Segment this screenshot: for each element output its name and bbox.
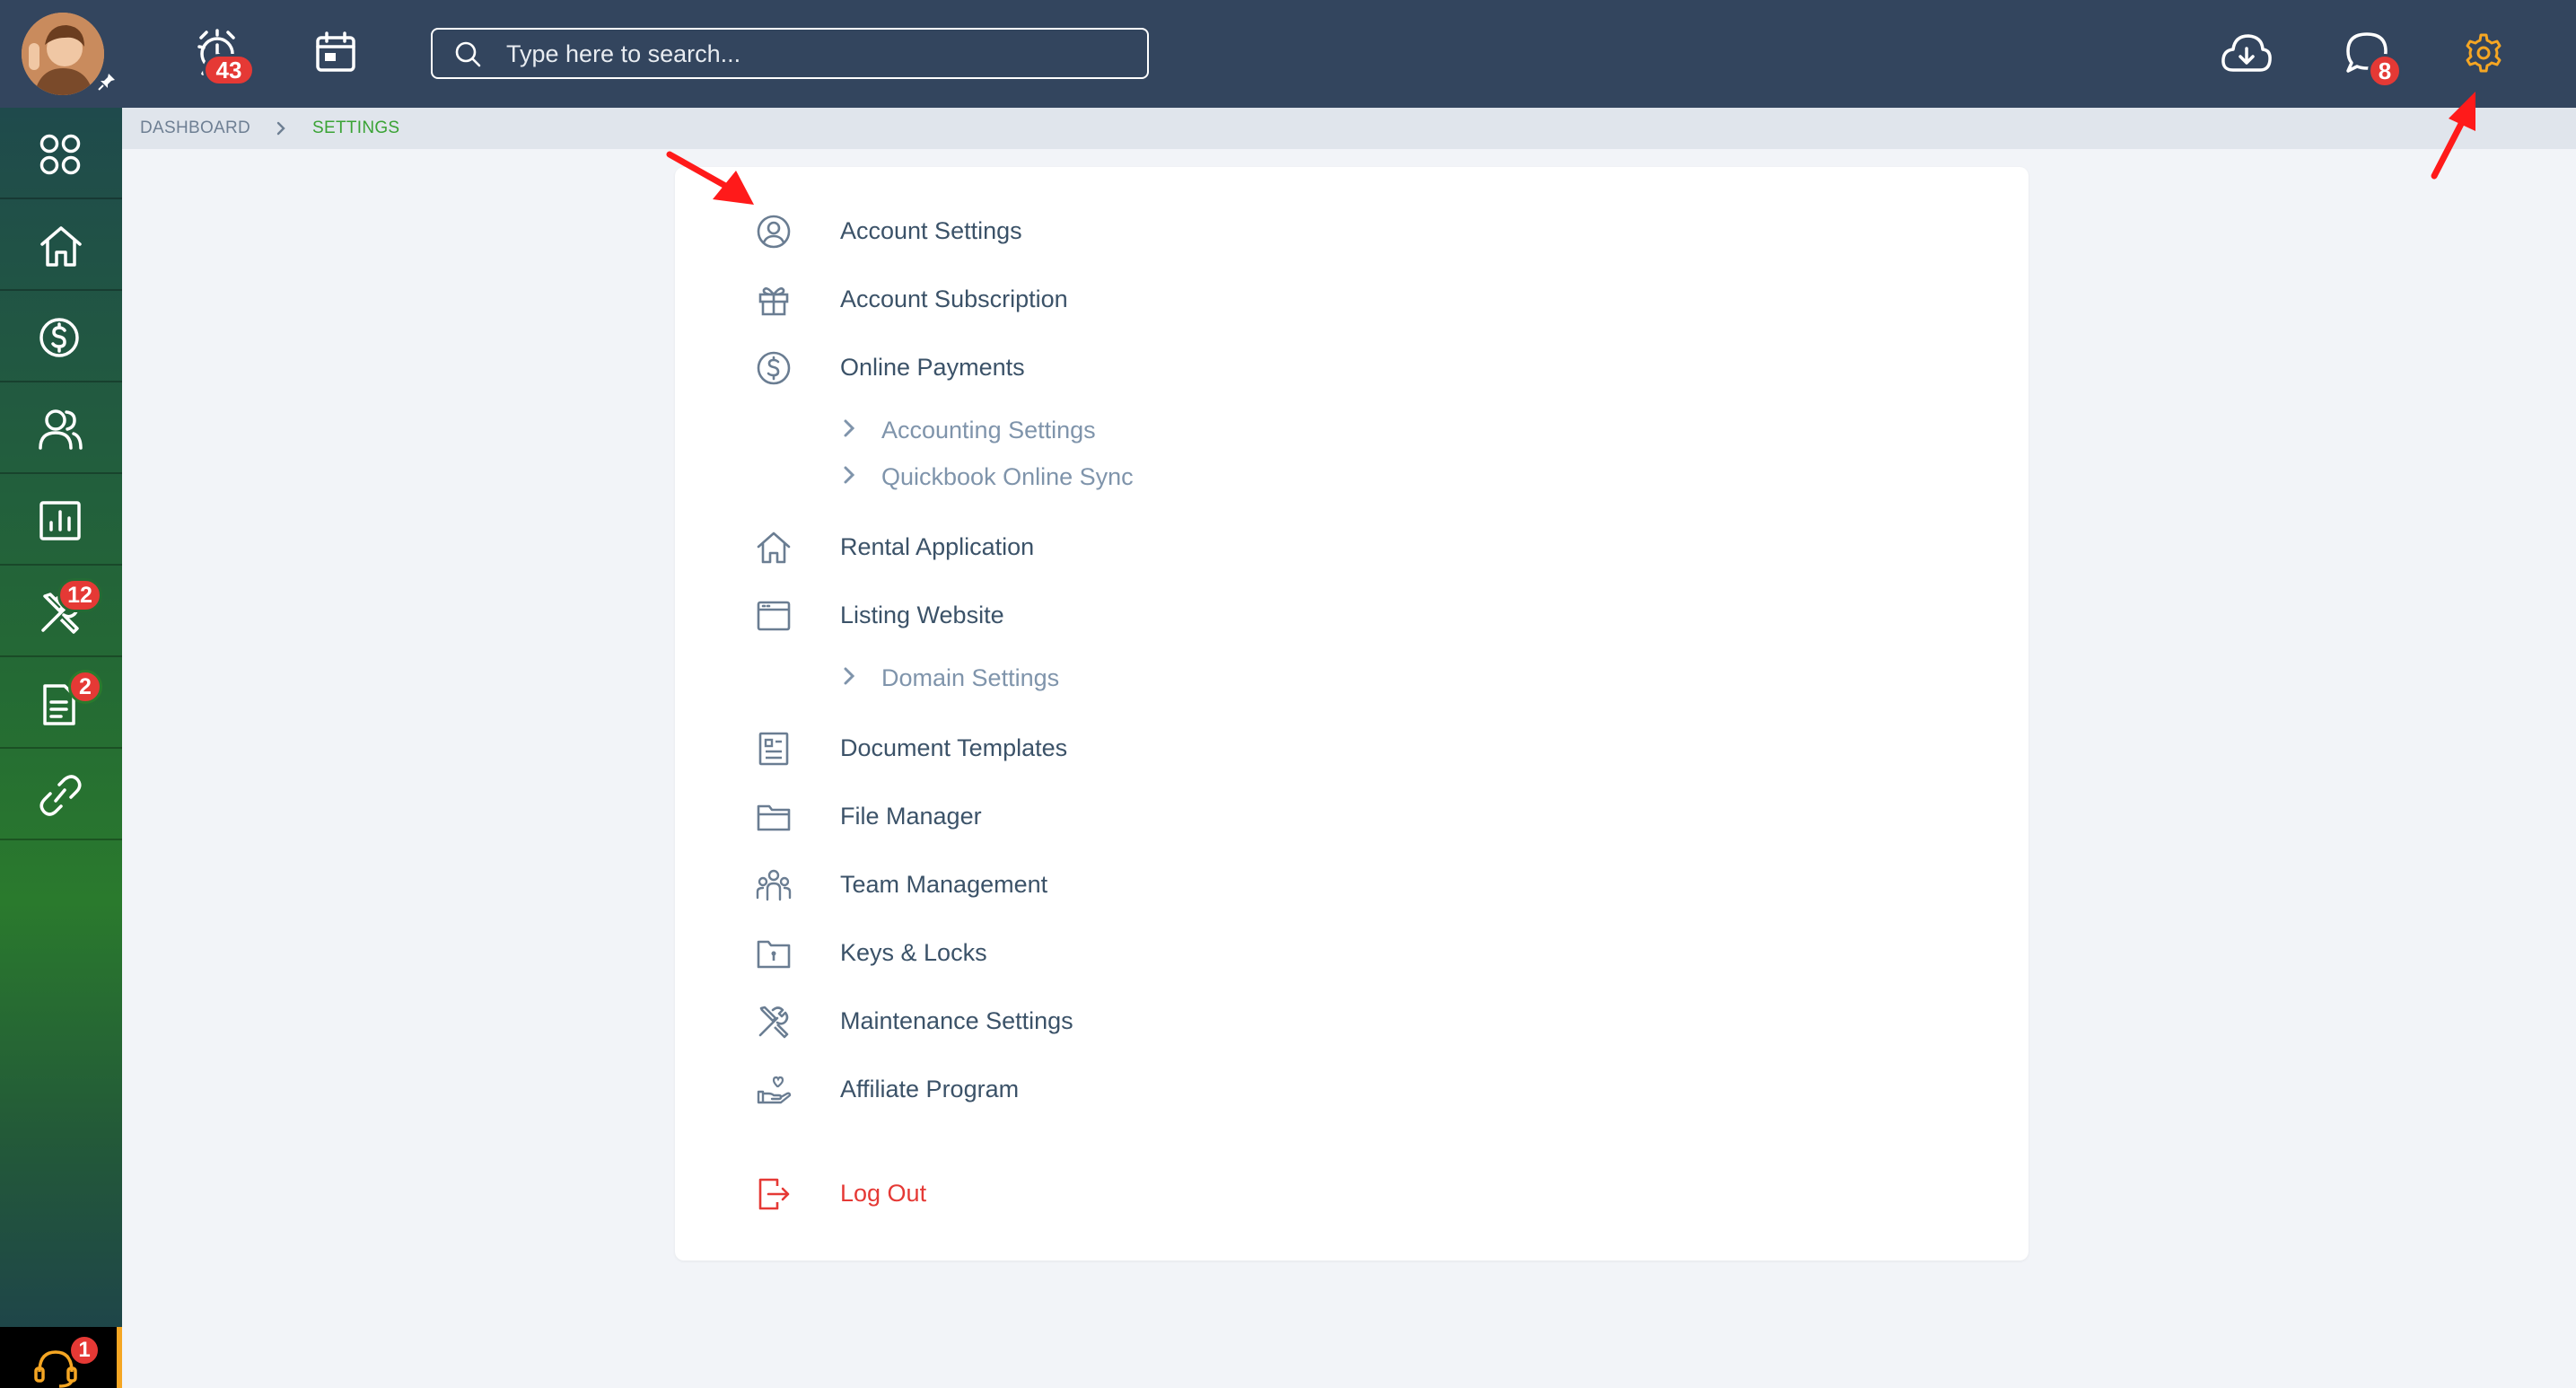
search-icon [455,41,481,67]
gear-icon [2466,33,2502,73]
settings-button[interactable] [2463,32,2504,74]
menu-item-log-out[interactable]: Log Out [675,1167,2028,1221]
logout-icon [758,1178,790,1210]
menu-label: Team Management [840,871,1048,898]
sidebar-item-links[interactable] [0,749,122,840]
settings-menu-card: Account Settings Account Subscription On… [675,167,2028,1261]
menu-item-rental-application[interactable]: Rental Application [675,521,2028,575]
menu-item-account-subscription[interactable]: Account Subscription [675,273,2028,327]
menu-label: Account Subscription [840,286,1068,312]
submenu-item-accounting-settings[interactable]: Accounting Settings [675,408,2028,451]
chevron-right-icon [844,419,855,437]
calendar-button[interactable] [314,31,357,74]
menu-item-maintenance-settings[interactable]: Maintenance Settings [675,995,2028,1049]
breadcrumb-dashboard[interactable]: DASHBOARD [140,119,250,138]
team-icon [756,869,792,901]
menu-label: Rental Application [840,533,1035,560]
sidebar-item-reports[interactable] [0,474,122,566]
cloud-download-icon [2221,34,2272,72]
folder-icon [757,804,791,831]
submenu-label: Accounting Settings [881,417,1096,444]
menu-item-account-settings[interactable]: Account Settings [675,205,2028,259]
menu-item-team-management[interactable]: Team Management [675,858,2028,912]
hand-heart-icon [757,1076,792,1104]
search-box[interactable] [431,28,1149,79]
chevron-right-icon [276,121,285,136]
support-count-badge: 1 [68,1334,101,1366]
submenu-item-domain-settings[interactable]: Domain Settings [675,655,2028,698]
breadcrumb: DASHBOARD SETTINGS [122,108,2576,149]
browser-window-icon [757,601,791,631]
home-icon [40,226,82,267]
submenu-label: Quickbook Online Sync [881,463,1134,490]
breadcrumb-settings: SETTINGS [312,119,400,137]
users-icon [39,409,83,450]
menu-label: Affiliate Program [840,1076,1020,1102]
menu-label: Account Settings [840,217,1022,244]
menu-item-listing-website[interactable]: Listing Website [675,589,2028,643]
sidebar-item-documents[interactable] [0,657,122,749]
sidebar: 12 2 1 [0,108,122,1388]
menu-label: Document Templates [840,734,1068,761]
user-avatar[interactable] [22,13,104,95]
sidebar-item-apps[interactable] [0,108,122,199]
sidebar-item-contacts[interactable] [0,382,122,474]
menu-item-document-templates[interactable]: Document Templates [675,722,2028,776]
menu-label: Online Payments [840,354,1025,381]
download-button[interactable] [2221,31,2273,75]
menu-label: Log Out [840,1180,927,1207]
menu-item-online-payments[interactable]: Online Payments [675,341,2028,395]
menu-item-keys-locks[interactable]: Keys & Locks [675,927,2028,980]
messages-count-badge: 8 [2368,54,2402,88]
gift-icon [758,287,789,316]
sidebar-item-home[interactable] [0,199,122,291]
sidebar-item-maintenance[interactable] [0,566,122,657]
alarm-count-badge: 43 [203,54,255,86]
search-input[interactable] [504,30,1136,79]
submenu-label: Domain Settings [881,664,1060,691]
key-folder-icon [757,940,791,969]
calendar-icon [316,31,355,72]
sidebar-item-payments[interactable] [0,291,122,382]
chevron-right-icon [844,667,855,685]
submenu-item-quickbook-sync[interactable]: Quickbook Online Sync [675,454,2028,497]
support-button[interactable]: 1 [0,1327,122,1388]
maintenance-count-badge: 12 [57,578,102,612]
tools-icon [758,1006,789,1039]
menu-label: Listing Website [840,602,1004,628]
apps-grid-icon [39,134,81,175]
link-icon [39,775,82,816]
menu-label: File Manager [840,803,982,830]
reports-icon [39,501,81,540]
dollar-circle-icon [757,351,791,385]
document-template-icon [758,732,789,766]
documents-count-badge: 2 [68,670,102,704]
chevron-right-icon [844,466,855,484]
menu-label: Maintenance Settings [840,1007,1073,1034]
top-bar: 43 8 [0,0,2576,108]
menu-item-file-manager[interactable]: File Manager [675,790,2028,844]
menu-label: Keys & Locks [840,939,987,966]
user-circle-icon [757,215,791,249]
pin-icon[interactable] [97,72,117,92]
house-icon [757,531,791,564]
menu-item-affiliate-program[interactable]: Affiliate Program [675,1063,2028,1117]
dollar-icon [39,318,79,357]
